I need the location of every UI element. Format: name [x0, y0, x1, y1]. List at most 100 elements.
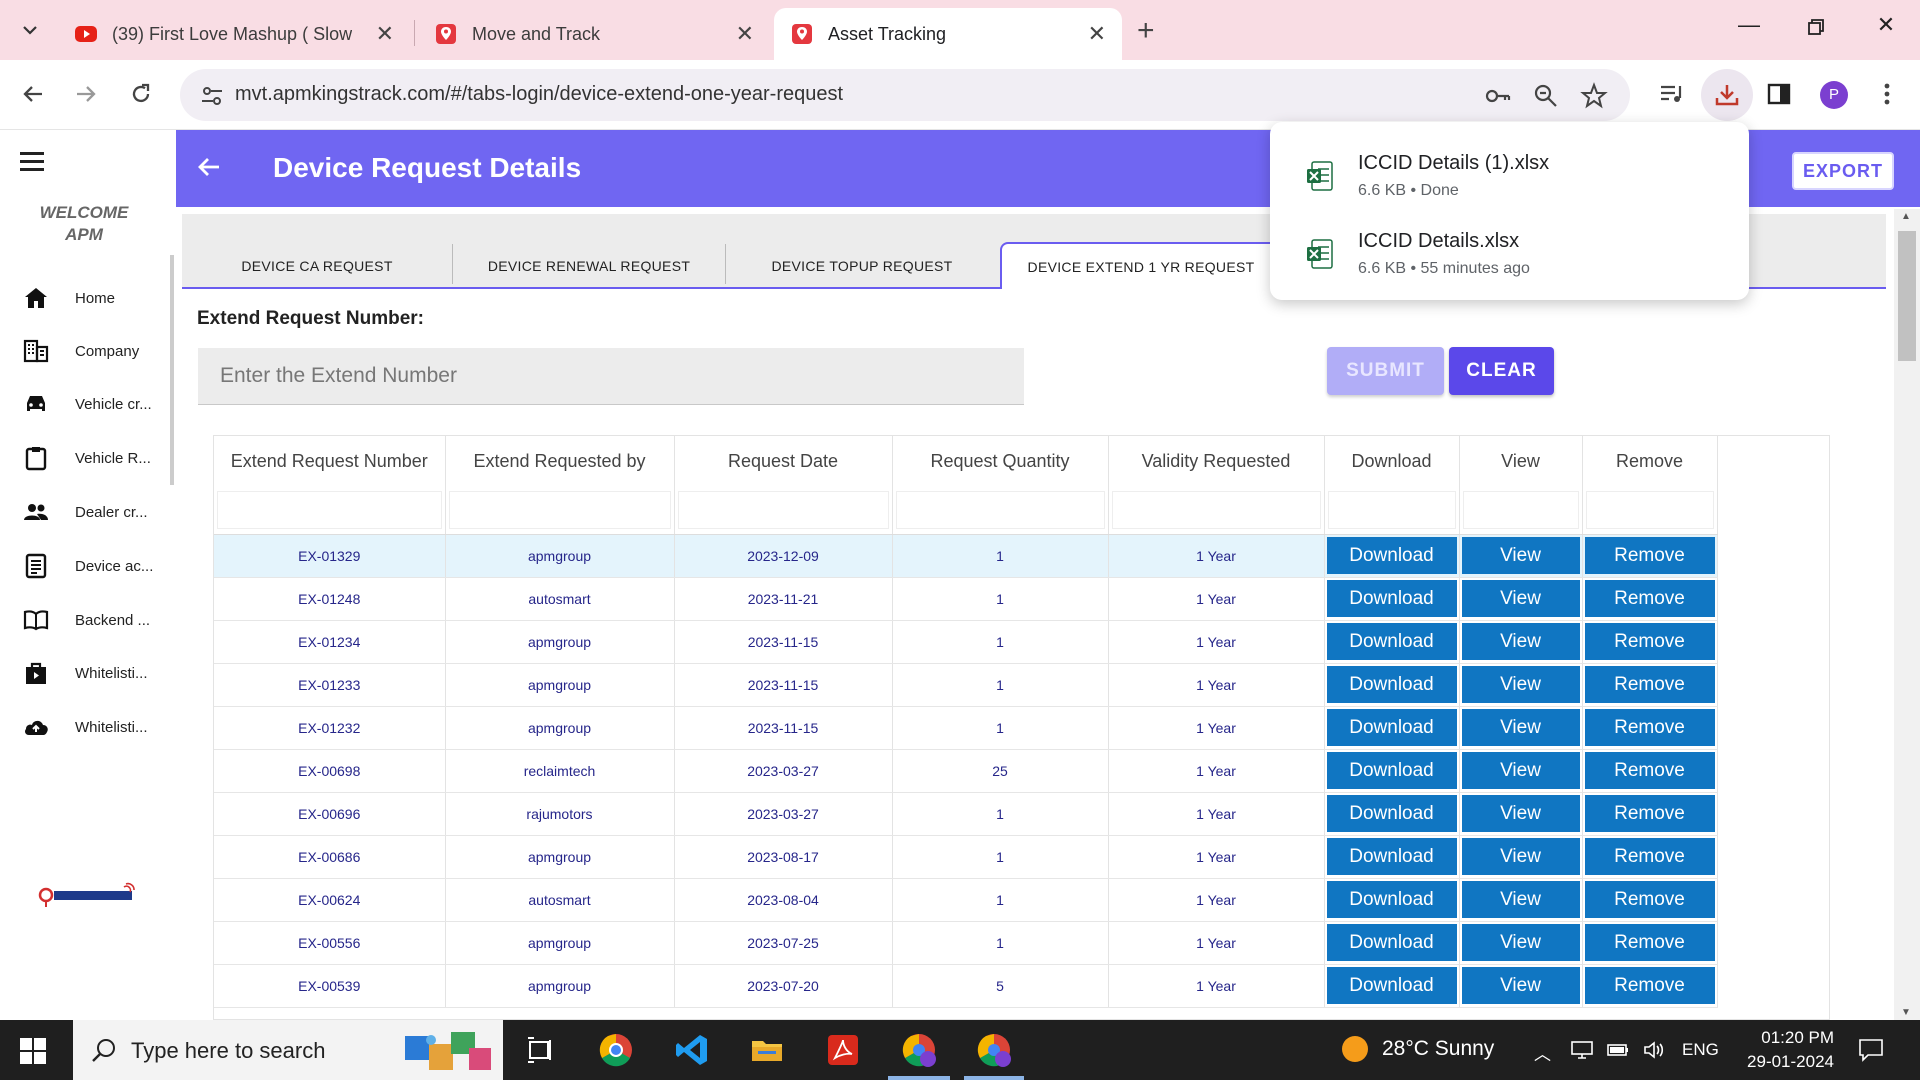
chevron-up-icon[interactable]: ︿	[1534, 1040, 1551, 1065]
download-icon[interactable]	[1701, 69, 1753, 121]
download-button[interactable]: Download	[1326, 924, 1457, 961]
view-button[interactable]: View	[1461, 537, 1580, 574]
chrome-profile-icon[interactable]	[976, 1032, 1012, 1068]
sidebar-item-vehicle-request[interactable]: Vehicle R...	[0, 438, 168, 478]
browser-tab-asset-tracking[interactable]: Asset Tracking ✕	[774, 8, 1122, 60]
filter-input[interactable]	[217, 490, 442, 529]
tab-device-ca-request[interactable]: DEVICE CA REQUEST	[182, 244, 452, 287]
back-icon[interactable]	[17, 78, 49, 110]
table-row[interactable]: EX-01234 apmgroup 2023-11-15 1 1 Year Downloa…	[214, 620, 1718, 664]
filter-input[interactable]	[1462, 490, 1579, 529]
browser-tab-youtube[interactable]: (39) First Love Mashup ( Slowed ✕	[58, 8, 410, 60]
notifications-icon[interactable]	[1858, 1038, 1884, 1062]
zoom-icon[interactable]	[1532, 82, 1560, 110]
view-button[interactable]: View	[1461, 709, 1580, 746]
weather-widget[interactable]: 28°C Sunny	[1340, 1034, 1494, 1064]
restore-icon[interactable]	[1796, 16, 1836, 42]
window-close-icon[interactable]: ✕	[1866, 12, 1906, 38]
table-row[interactable]: EX-01232 apmgroup 2023-11-15 1 1 Year Downloa…	[214, 706, 1718, 750]
download-button[interactable]: Download	[1326, 709, 1457, 746]
remove-button[interactable]: Remove	[1584, 795, 1715, 832]
file-explorer-icon[interactable]	[749, 1032, 785, 1068]
column-header-extend-requested-by[interactable]: Extend Requested by	[445, 436, 675, 486]
new-tab-icon[interactable]: +	[1137, 14, 1155, 48]
submit-button[interactable]: SUBMIT	[1327, 347, 1444, 395]
filter-input[interactable]	[1585, 490, 1714, 529]
sidebar-item-vehicle-create[interactable]: Vehicle cr...	[0, 384, 168, 424]
site-info-icon[interactable]	[198, 82, 226, 110]
tab-search-chevron-icon[interactable]	[12, 12, 48, 48]
remove-button[interactable]: Remove	[1584, 924, 1715, 961]
view-button[interactable]: View	[1461, 580, 1580, 617]
download-button[interactable]: Download	[1326, 795, 1457, 832]
close-icon[interactable]: ✕	[1088, 21, 1106, 47]
table-row[interactable]: EX-00698 reclaimtech 2023-03-27 25 1 Year Dow…	[214, 749, 1718, 793]
download-button[interactable]: Download	[1326, 967, 1457, 1004]
view-button[interactable]: View	[1461, 838, 1580, 875]
download-button[interactable]: Download	[1326, 881, 1457, 918]
reload-icon[interactable]	[125, 78, 157, 110]
acrobat-icon[interactable]	[825, 1032, 861, 1068]
more-menu-icon[interactable]	[1871, 78, 1903, 110]
filter-input[interactable]	[895, 490, 1105, 529]
download-button[interactable]: Download	[1326, 623, 1457, 660]
download-item[interactable]: ICCID Details.xlsx 6.6 KB • 55 minutes a…	[1270, 220, 1749, 292]
close-icon[interactable]: ✕	[376, 21, 394, 47]
sidebar-item-home[interactable]: Home	[0, 278, 168, 318]
view-button[interactable]: View	[1461, 881, 1580, 918]
table-row[interactable]: EX-01233 apmgroup 2023-11-15 1 1 Year Downloa…	[214, 663, 1718, 707]
remove-button[interactable]: Remove	[1584, 967, 1715, 1004]
remove-button[interactable]: Remove	[1584, 666, 1715, 703]
back-arrow-icon[interactable]	[196, 154, 222, 185]
sidebar-item-device-activation[interactable]: Device ac...	[0, 546, 168, 586]
filter-input[interactable]	[677, 490, 889, 529]
sidebar-scrollbar[interactable]	[170, 255, 174, 485]
forward-icon[interactable]	[70, 78, 102, 110]
remove-button[interactable]: Remove	[1584, 881, 1715, 918]
table-row[interactable]: EX-00539 apmgroup 2023-07-20 5 1 Year Downloa…	[214, 964, 1718, 1008]
extend-number-input[interactable]	[198, 348, 1024, 405]
windows-start-icon[interactable]	[20, 1038, 46, 1064]
remove-button[interactable]: Remove	[1584, 838, 1715, 875]
clear-button[interactable]: CLEAR	[1449, 347, 1554, 395]
tab-device-renewal-request[interactable]: DEVICE RENEWAL REQUEST	[453, 244, 725, 287]
view-button[interactable]: View	[1461, 795, 1580, 832]
remove-button[interactable]: Remove	[1584, 580, 1715, 617]
tab-device-extend-1yr-request[interactable]: DEVICE EXTEND 1 YR REQUEST	[1000, 242, 1282, 289]
view-button[interactable]: View	[1461, 924, 1580, 961]
table-row[interactable]: EX-00556 apmgroup 2023-07-25 1 1 Year Downloa…	[214, 921, 1718, 965]
column-header-extend-request-number[interactable]: Extend Request Number	[214, 436, 446, 486]
download-button[interactable]: Download	[1326, 580, 1457, 617]
media-playlist-icon[interactable]	[1656, 78, 1688, 110]
sidebar-item-dealer-create[interactable]: Dealer cr...	[0, 492, 168, 532]
table-row[interactable]: EX-00624 autosmart 2023-08-04 1 1 Year Downlo…	[214, 878, 1718, 922]
task-view-icon[interactable]	[522, 1032, 558, 1068]
column-header-request-quantity[interactable]: Request Quantity	[892, 436, 1109, 486]
remove-button[interactable]: Remove	[1584, 623, 1715, 660]
download-button[interactable]: Download	[1326, 537, 1457, 574]
hamburger-menu-icon[interactable]	[20, 152, 44, 176]
column-header-request-date[interactable]: Request Date	[674, 436, 893, 486]
vscode-icon[interactable]	[674, 1032, 710, 1068]
table-row[interactable]: EX-00696 rajumotors 2023-03-27 1 1 Year Downl…	[214, 792, 1718, 836]
download-button[interactable]: Download	[1326, 666, 1457, 703]
sidebar-item-whitelisting-1[interactable]: Whitelisti...	[0, 653, 168, 693]
network-icon[interactable]	[1570, 1040, 1594, 1060]
column-header-validity-requested[interactable]: Validity Requested	[1108, 436, 1325, 486]
sidebar-item-company[interactable]: Company	[0, 331, 168, 371]
download-item[interactable]: ICCID Details (1).xlsx 6.6 KB • Done	[1270, 142, 1749, 214]
scrollbar-thumb[interactable]	[1898, 231, 1916, 361]
filter-input[interactable]	[1327, 490, 1456, 529]
minimize-icon[interactable]: —	[1729, 12, 1769, 38]
remove-button[interactable]: Remove	[1584, 709, 1715, 746]
table-row[interactable]: EX-00686 apmgroup 2023-08-17 1 1 Year Downloa…	[214, 835, 1718, 879]
view-button[interactable]: View	[1461, 752, 1580, 789]
bookmark-star-icon[interactable]	[1580, 82, 1608, 110]
chrome-profile-icon[interactable]	[901, 1032, 937, 1068]
volume-icon[interactable]	[1642, 1040, 1666, 1060]
filter-input[interactable]	[448, 490, 671, 529]
page-scrollbar[interactable]: ▲ ▼	[1894, 209, 1920, 1020]
remove-button[interactable]: Remove	[1584, 537, 1715, 574]
chrome-icon[interactable]	[598, 1032, 634, 1068]
view-button[interactable]: View	[1461, 967, 1580, 1004]
